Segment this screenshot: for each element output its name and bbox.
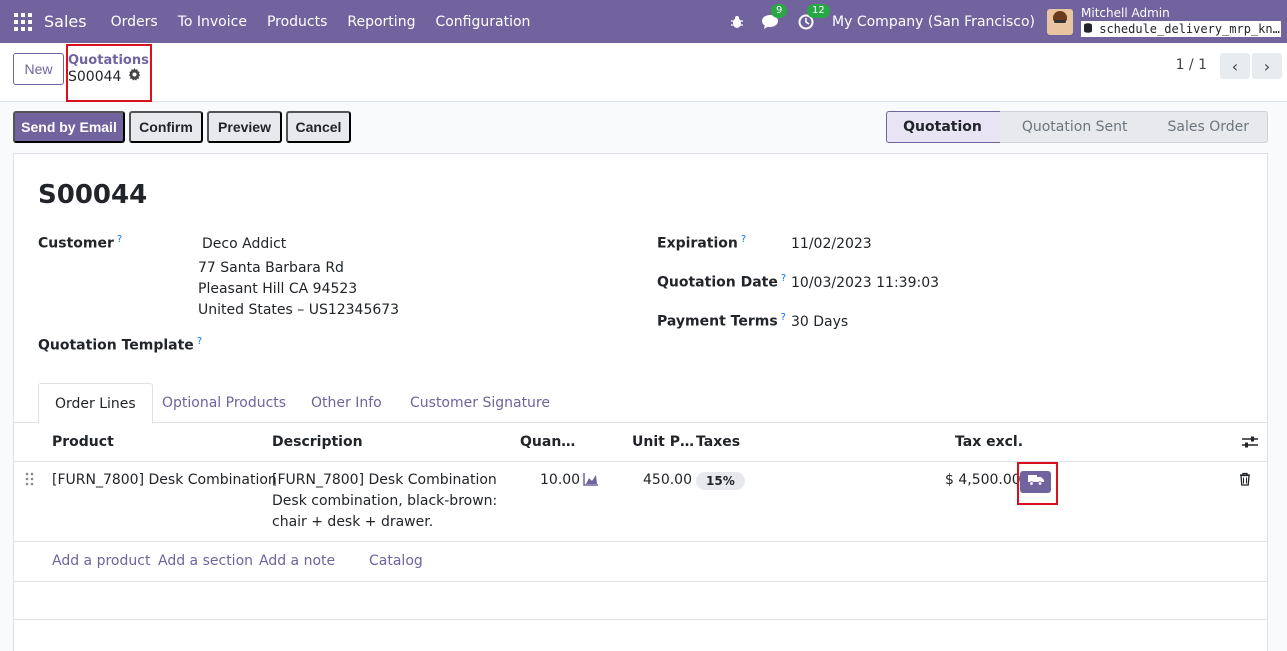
payment-terms-field[interactable]: 30 Days [791, 314, 848, 330]
line-description-2[interactable]: Desk combination, black-brown: [272, 491, 497, 512]
customer-field[interactable]: Deco Addict [202, 236, 286, 252]
customer-address-line-3: United States – US12345673 [198, 302, 400, 318]
gear-icon[interactable] [128, 68, 141, 85]
chevron-right-icon: › [1263, 56, 1271, 76]
help-tooltip-expiration[interactable]: ? [741, 234, 746, 245]
confirm-button[interactable]: Confirm [129, 111, 203, 143]
line-quantity[interactable]: 10.00 [540, 470, 580, 491]
tab-order-lines[interactable]: Order Lines [38, 383, 153, 424]
optional-columns-icon[interactable] [1242, 435, 1258, 453]
database-icon [1084, 22, 1099, 36]
add-product-link[interactable]: Add a product [52, 553, 150, 569]
payment-terms-label-text: Payment Terms [657, 313, 778, 330]
user-menu[interactable]: Mitchell Admin schedule_delivery_mrp_kn… [1081, 5, 1281, 37]
activity-badge: 12 [807, 3, 830, 18]
forecast-chart-icon[interactable] [583, 472, 599, 493]
quotation-template-label: Quotation Template? [38, 336, 202, 354]
pager-previous-button[interactable]: ‹ [1220, 53, 1250, 79]
tab-optional-products[interactable]: Optional Products [146, 383, 302, 423]
catalog-link[interactable]: Catalog [369, 553, 423, 569]
menu-products[interactable]: Products [267, 14, 327, 30]
form-sheet: S00044 Customer? Deco Addict 77 Santa Ba… [13, 153, 1268, 651]
expiration-field[interactable]: 11/02/2023 [791, 236, 872, 252]
quotation-date-field[interactable]: 10/03/2023 11:39:03 [791, 275, 939, 291]
drag-handle-icon[interactable] [25, 472, 35, 493]
status-quotation[interactable]: Quotation [886, 111, 1000, 143]
control-panel: New Quotations S00044 1 / 1 ‹ › [0, 43, 1287, 102]
truck-icon [1027, 474, 1044, 490]
status-sales-order[interactable]: Sales Order [1145, 111, 1268, 143]
help-tooltip-template[interactable]: ? [197, 336, 202, 347]
expiration-label-text: Expiration [657, 235, 738, 252]
customer-label: Customer? [38, 234, 122, 252]
quotation-date-label: Quotation Date? [657, 273, 786, 291]
quotation-date-label-text: Quotation Date [657, 274, 778, 291]
menu-orders[interactable]: Orders [111, 14, 158, 30]
customer-address-line-1: 77 Santa Barbara Rd [198, 260, 344, 276]
add-section-link[interactable]: Add a section [158, 553, 253, 569]
column-tax-excl[interactable]: Tax excl. [955, 434, 1023, 450]
line-unit-price[interactable]: 450.00 [643, 470, 692, 491]
quotation-template-label-text: Quotation Template [38, 337, 194, 354]
user-name: Mitchell Admin [1081, 5, 1170, 20]
preview-button[interactable]: Preview [207, 111, 282, 143]
column-taxes[interactable]: Taxes [696, 434, 740, 450]
chat-badge: 9 [771, 3, 788, 18]
column-product[interactable]: Product [52, 434, 114, 450]
table-row[interactable]: [FURN_7800] Desk Combination [FURN_7800]… [14, 462, 1267, 542]
chat-icon[interactable]: 9 [762, 3, 788, 30]
line-description-3[interactable]: chair + desk + drawer. [272, 512, 433, 533]
trash-icon[interactable] [1239, 472, 1251, 493]
expiration-label: Expiration? [657, 234, 746, 252]
schedule-delivery-button[interactable] [1020, 471, 1051, 493]
pager-value[interactable]: 1 / 1 [1176, 57, 1207, 73]
payment-terms-label: Payment Terms? [657, 312, 786, 330]
column-description[interactable]: Description [272, 434, 363, 450]
status-quotation-sent[interactable]: Quotation Sent [999, 111, 1146, 143]
cancel-button[interactable]: Cancel [286, 111, 351, 143]
empty-row [14, 582, 1267, 620]
record-title: S00044 [38, 180, 148, 210]
top-navbar: Sales Orders To Invoice Products Reporti… [0, 0, 1287, 43]
tax-badge[interactable]: 15% [696, 472, 745, 490]
breadcrumb-current: S00044 [68, 68, 141, 85]
column-unit-price[interactable]: Unit P… [632, 434, 694, 450]
company-switcher[interactable]: My Company (San Francisco) [832, 14, 1035, 30]
customer-address-line-2: Pleasant Hill CA 94523 [198, 281, 358, 297]
line-product[interactable]: [FURN_7800] Desk Combination [52, 470, 277, 491]
menu-configuration[interactable]: Configuration [435, 14, 530, 30]
order-lines-header: Product Description Quan… Unit P… Taxes … [14, 423, 1267, 462]
notebook-tabs: Order Lines Optional Products Other Info… [14, 383, 1267, 424]
line-description-1[interactable]: [FURN_7800] Desk Combination [272, 470, 497, 491]
tab-other-info[interactable]: Other Info [295, 383, 398, 423]
user-avatar[interactable] [1047, 8, 1073, 35]
new-button[interactable]: New [13, 53, 64, 85]
send-by-email-button[interactable]: Send by Email [13, 111, 125, 143]
add-note-link[interactable]: Add a note [259, 553, 335, 569]
menu-to-invoice[interactable]: To Invoice [178, 14, 247, 30]
activity-clock-icon[interactable]: 12 [798, 3, 830, 30]
menu-reporting[interactable]: Reporting [347, 14, 415, 30]
bug-icon[interactable] [730, 15, 744, 29]
tab-customer-signature[interactable]: Customer Signature [394, 383, 566, 423]
breadcrumb-quotations[interactable]: Quotations [68, 53, 149, 68]
chevron-left-icon: ‹ [1231, 56, 1239, 76]
column-quantity[interactable]: Quan… [520, 434, 575, 450]
help-tooltip-customer[interactable]: ? [117, 234, 122, 245]
breadcrumb-current-label: S00044 [68, 68, 122, 85]
status-bar: Quotation Quotation Sent Sales Order [886, 111, 1268, 143]
app-name[interactable]: Sales [44, 12, 87, 31]
help-tooltip-payment-terms[interactable]: ? [781, 312, 786, 323]
line-subtotal: $ 4,500.00 [945, 472, 1021, 488]
database-label: schedule_delivery_mrp_kn… [1099, 21, 1280, 36]
apps-menu-icon[interactable] [14, 12, 32, 31]
customer-label-text: Customer [38, 235, 114, 252]
add-line-row: Add a product Add a section Add a note C… [14, 542, 1267, 582]
help-tooltip-quotation-date[interactable]: ? [781, 273, 786, 284]
pager-next-button[interactable]: › [1252, 53, 1282, 79]
database-name: schedule_delivery_mrp_kn… [1081, 20, 1281, 37]
